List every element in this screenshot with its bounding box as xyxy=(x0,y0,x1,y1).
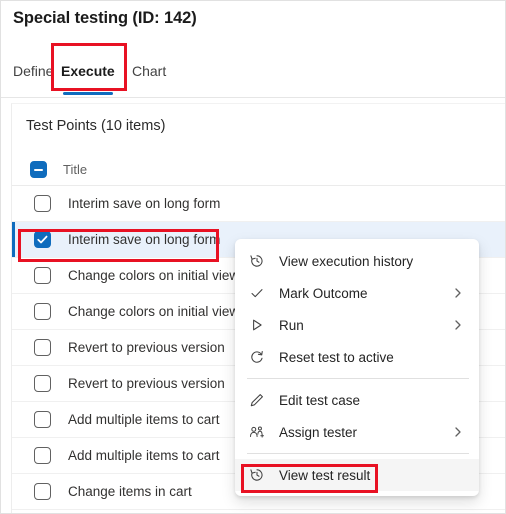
row-title: Interim save on long form xyxy=(68,232,221,247)
menu-item-label: View execution history xyxy=(279,253,414,269)
row-checkbox[interactable] xyxy=(34,411,51,428)
history-icon xyxy=(247,465,267,485)
menu-item-label: View test result xyxy=(279,467,371,483)
checkmark-icon xyxy=(247,283,267,303)
row-checkbox[interactable] xyxy=(34,195,51,212)
table-row[interactable]: Interim save on long form xyxy=(12,186,505,222)
row-checkbox[interactable] xyxy=(34,339,51,356)
menu-item-assign-tester[interactable]: Assign tester xyxy=(235,416,479,448)
row-title: Add multiple items to cart xyxy=(68,448,220,463)
tabbar-divider xyxy=(1,97,505,98)
menu-item-view-test-result[interactable]: View test result xyxy=(235,459,479,491)
row-checkbox[interactable] xyxy=(34,303,51,320)
menu-item-label: Mark Outcome xyxy=(279,285,368,301)
chevron-right-icon xyxy=(451,425,465,439)
row-title: Change colors on initial view xyxy=(68,304,240,319)
column-header-title: Title xyxy=(63,162,88,177)
tab-chart[interactable]: Chart xyxy=(132,55,166,87)
row-title: Revert to previous version xyxy=(68,340,225,355)
app-window: Special testing (ID: 142) Define Execute… xyxy=(0,0,506,514)
menu-item-label: Assign tester xyxy=(279,424,358,440)
play-icon xyxy=(247,315,267,335)
row-title: Revert to previous version xyxy=(68,376,225,391)
menu-item-label: Reset test to active xyxy=(279,349,394,365)
menu-item-view-execution-history[interactable]: View execution history xyxy=(235,245,479,277)
row-checkbox[interactable] xyxy=(34,375,51,392)
section-title: Test Points (10 items) xyxy=(26,118,166,134)
tab-execute-label: Execute xyxy=(61,63,115,79)
menu-divider xyxy=(247,378,469,379)
menu-item-run[interactable]: Run xyxy=(235,309,479,341)
menu-item-mark-outcome[interactable]: Mark Outcome xyxy=(235,277,479,309)
tab-bar: Define Execute Chart xyxy=(1,45,505,97)
row-title: Add multiple items to cart xyxy=(68,412,220,427)
row-checkbox[interactable] xyxy=(34,267,51,284)
select-all-checkbox[interactable] xyxy=(30,161,47,178)
row-title: Change items in cart xyxy=(68,484,192,499)
refresh-icon xyxy=(247,347,267,367)
row-checkbox[interactable] xyxy=(34,447,51,464)
tab-execute[interactable]: Execute xyxy=(61,55,115,95)
history-icon xyxy=(247,251,267,271)
row-checkbox[interactable] xyxy=(34,483,51,500)
tab-define-label: Define xyxy=(13,63,54,79)
menu-item-edit-test-case[interactable]: Edit test case xyxy=(235,384,479,416)
row-checkbox[interactable] xyxy=(34,231,51,248)
chevron-right-icon xyxy=(451,318,465,332)
menu-item-reset-test-to-active[interactable]: Reset test to active xyxy=(235,341,479,373)
chevron-right-icon xyxy=(451,286,465,300)
row-title: Interim save on long form xyxy=(68,196,221,211)
pencil-icon xyxy=(247,390,267,410)
menu-item-label: Run xyxy=(279,317,304,333)
row-title: Change colors on initial view xyxy=(68,268,240,283)
menu-divider xyxy=(247,453,469,454)
assign-user-icon xyxy=(247,422,267,442)
menu-item-label: Edit test case xyxy=(279,392,361,408)
context-menu: View execution history Mark Outcome Run … xyxy=(235,239,479,496)
page-title: Special testing (ID: 142) xyxy=(13,9,197,27)
tab-define[interactable]: Define xyxy=(13,55,53,87)
tab-selected-underline xyxy=(63,92,113,95)
grid-header-row: Title xyxy=(12,154,505,186)
tab-chart-label: Chart xyxy=(132,63,167,79)
